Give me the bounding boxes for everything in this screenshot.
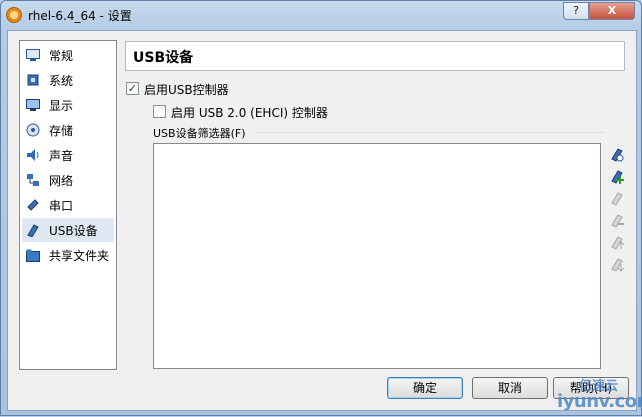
dialog-body: 常规 系统 显示 存储 声音 网络 串口 USB设备 共享文件夹 USB设备 ✓… xyxy=(7,30,637,411)
watermark-url-text: iyunv.com xyxy=(557,391,642,412)
remove-filter-icon xyxy=(608,211,626,229)
sidebar-item-general[interactable]: 常规 xyxy=(22,43,114,67)
sidebar-item-label: USB设备 xyxy=(49,223,98,238)
page-header: USB设备 xyxy=(125,41,625,71)
system-chip-icon xyxy=(25,72,41,88)
enable-usb-label[interactable]: 启用USB控制器 xyxy=(144,81,229,98)
move-down-icon xyxy=(608,255,626,273)
network-icon xyxy=(25,172,41,188)
sidebar-item-label: 系统 xyxy=(49,73,74,88)
cancel-button[interactable]: 取消 xyxy=(472,377,548,399)
usb-filters-separator xyxy=(256,132,604,133)
virtualbox-app-icon xyxy=(6,7,22,23)
sidebar-item-network[interactable]: 网络 xyxy=(22,168,114,192)
edit-filter-icon xyxy=(608,189,626,207)
sidebar-item-storage[interactable]: 存储 xyxy=(22,118,114,142)
sidebar-item-label: 声音 xyxy=(49,148,74,163)
settings-sidebar: 常规 系统 显示 存储 声音 网络 串口 USB设备 共享文件夹 xyxy=(19,40,117,370)
monitor-icon xyxy=(25,97,41,113)
sidebar-item-usb[interactable]: USB设备 xyxy=(22,218,114,242)
sidebar-item-audio[interactable]: 声音 xyxy=(22,143,114,167)
general-icon xyxy=(25,47,41,63)
add-from-device-icon[interactable] xyxy=(608,167,626,185)
enable-usb-checkbox[interactable]: ✓ xyxy=(126,82,139,95)
speaker-icon xyxy=(25,147,41,163)
settings-window: rhel-6.4_64 - 设置 ? X 常规 系统 显示 存储 声音 网络 串… xyxy=(0,0,642,416)
window-title: rhel-6.4_64 - 设置 xyxy=(28,9,132,23)
enable-ehci-label[interactable]: 启用 USB 2.0 (EHCI) 控制器 xyxy=(171,104,328,121)
close-button[interactable]: X xyxy=(589,2,635,20)
page-title: USB设备 xyxy=(133,50,194,66)
sidebar-item-shared-folders[interactable]: 共享文件夹 xyxy=(22,243,114,267)
usb-filters-label: USB设备筛选器(F) xyxy=(153,127,246,140)
title-bar[interactable]: rhel-6.4_64 - 设置 ? X xyxy=(1,1,641,29)
sidebar-item-label: 共享文件夹 xyxy=(49,248,110,263)
sidebar-item-system[interactable]: 系统 xyxy=(22,68,114,92)
move-up-icon xyxy=(608,233,626,251)
usb-plug-icon xyxy=(25,222,41,238)
sidebar-item-serial[interactable]: 串口 xyxy=(22,193,114,217)
shared-folder-icon xyxy=(25,247,41,263)
serial-port-icon xyxy=(25,197,41,213)
usb-filter-list[interactable] xyxy=(153,143,601,369)
sidebar-item-label: 显示 xyxy=(49,98,74,113)
sidebar-item-display[interactable]: 显示 xyxy=(22,93,114,117)
sidebar-item-label: 常规 xyxy=(49,48,74,63)
sidebar-item-label: 存储 xyxy=(49,123,74,138)
watermark: 亿速云 iyunv.com xyxy=(549,373,642,417)
help-title-button[interactable]: ? xyxy=(563,2,589,20)
enable-ehci-checkbox[interactable] xyxy=(153,105,166,118)
sidebar-item-label: 串口 xyxy=(49,198,74,213)
storage-disk-icon xyxy=(25,122,41,138)
add-filter-icon[interactable] xyxy=(608,145,626,163)
ok-button[interactable]: 确定 xyxy=(387,377,463,399)
sidebar-item-label: 网络 xyxy=(49,173,74,188)
